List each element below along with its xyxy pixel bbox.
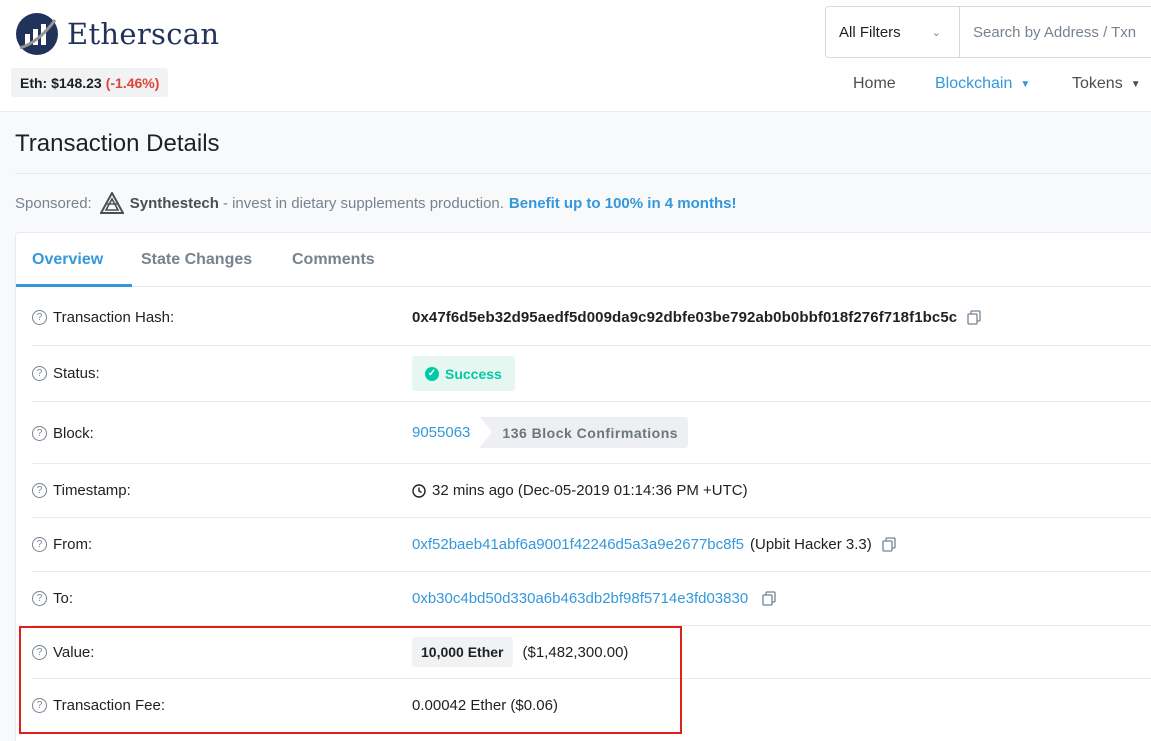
detail-label: ? Block: — [32, 425, 94, 442]
detail-row-from: ? From: 0xf52baeb41abf6a9001f42246d5a3a9… — [32, 518, 1151, 572]
tab-overview[interactable]: Overview — [32, 251, 103, 269]
to-address-link[interactable]: 0xb30c4bd50d330a6b463db2bf98f5714e3fd038… — [412, 590, 748, 607]
nav-blockchain-label: Blockchain — [935, 75, 1013, 92]
question-icon[interactable]: ? — [32, 537, 47, 552]
etherscan-logo[interactable]: Etherscan — [15, 12, 219, 56]
status-text: Success — [445, 365, 502, 382]
etherscan-logo-icon — [16, 13, 58, 55]
site-header: Etherscan Eth: $148.23 (-1.46%) All Filt… — [0, 0, 1151, 112]
transaction-hash: 0x47f6d5eb32d95aedf5d009da9c92dbfe03be79… — [412, 309, 958, 326]
search-input[interactable] — [960, 7, 1151, 57]
sponsored-banner: Sponsored: Synthestech - invest in dieta… — [15, 192, 736, 214]
check-circle-icon: ✓ — [425, 366, 439, 381]
detail-value: 0xb30c4bd50d330a6b463db2bf98f5714e3fd038… — [412, 590, 776, 607]
brand-name: Etherscan — [67, 17, 220, 51]
sponsor-text: - invest in dietary supplements producti… — [222, 194, 504, 212]
tab-bar: Overview State Changes Comments — [16, 233, 1151, 287]
tab-comments[interactable]: Comments — [292, 251, 375, 269]
detail-value: 0x47f6d5eb32d95aedf5d009da9c92dbfe03be79… — [412, 309, 981, 326]
detail-value: 0xf52baeb41abf6a9001f42246d5a3a9e2677bc8… — [412, 536, 896, 553]
detail-row-block: ? Block: 9055063 136 Block Confirmations — [32, 402, 1151, 464]
chevron-down-icon: ⌄ — [931, 26, 941, 39]
question-icon[interactable]: ? — [32, 310, 47, 325]
caret-down-icon: ▼ — [1020, 78, 1031, 90]
detail-label: ? Status: — [32, 365, 100, 382]
timestamp-value: 32 mins ago (Dec-05-2019 01:14:36 PM +UT… — [432, 482, 748, 499]
status-badge: ✓ Success — [412, 356, 515, 391]
block-number-link[interactable]: 9055063 — [412, 424, 470, 441]
highlight-box — [19, 626, 682, 734]
synthestech-logo-icon — [99, 192, 124, 214]
eth-price-badge: Eth: $148.23 (-1.46%) — [11, 68, 169, 97]
question-icon[interactable]: ? — [32, 426, 47, 441]
detail-value: ✓ Success — [412, 356, 515, 391]
detail-label: ? To: — [32, 590, 73, 607]
filter-label: All Filters — [839, 23, 901, 41]
sponsor-link[interactable]: Benefit up to 100% in 4 months! — [509, 195, 737, 212]
from-label: From: — [53, 536, 93, 553]
page-title: Transaction Details — [15, 130, 220, 157]
eth-price: Eth: $148.23 — [20, 74, 102, 91]
clock-icon — [412, 483, 426, 498]
status-label: Status: — [53, 365, 100, 382]
detail-label: ? Timestamp: — [32, 482, 131, 499]
sponsor-prefix: Sponsored: — [15, 194, 92, 212]
copy-icon[interactable] — [762, 591, 776, 606]
divider — [15, 173, 1151, 174]
sponsor-name[interactable]: Synthestech — [130, 195, 219, 212]
copy-icon[interactable] — [967, 310, 981, 325]
hash-label: Transaction Hash: — [53, 309, 175, 326]
timestamp-label: Timestamp: — [53, 482, 131, 499]
detail-row-status: ? Status: ✓ Success — [32, 346, 1151, 402]
detail-row-hash: ? Transaction Hash: 0x47f6d5eb32d95aedf5… — [32, 287, 1151, 346]
detail-row-timestamp: ? Timestamp: 32 mins ago (Dec-05-2019 01… — [32, 464, 1151, 518]
question-icon[interactable]: ? — [32, 483, 47, 498]
copy-icon[interactable] — [882, 537, 896, 552]
question-icon[interactable]: ? — [32, 591, 47, 606]
to-label: To: — [53, 590, 74, 607]
from-address-tag: (Upbit Hacker 3.3) — [750, 536, 872, 553]
detail-label: ? From: — [32, 536, 92, 553]
question-icon[interactable]: ? — [32, 366, 47, 381]
detail-value: 32 mins ago (Dec-05-2019 01:14:36 PM +UT… — [412, 482, 748, 499]
detail-row-to: ? To: 0xb30c4bd50d330a6b463db2bf98f5714e… — [32, 572, 1151, 626]
tab-state-changes[interactable]: State Changes — [141, 251, 252, 269]
from-address-link[interactable]: 0xf52baeb41abf6a9001f42246d5a3a9e2677bc8… — [412, 536, 744, 553]
nav-home-label: Home — [853, 75, 896, 92]
eth-price-change: (-1.46%) — [105, 74, 160, 91]
nav-tokens[interactable]: Tokens ▼ — [1072, 74, 1141, 94]
detail-value: 9055063 136 Block Confirmations — [412, 417, 689, 448]
filter-dropdown[interactable]: All Filters ⌄ — [826, 7, 960, 57]
nav-blockchain[interactable]: Blockchain ▼ — [935, 74, 1030, 94]
block-confirmations-badge: 136 Block Confirmations — [480, 417, 689, 448]
nav-home[interactable]: Home — [853, 74, 896, 94]
detail-label: ? Transaction Hash: — [32, 309, 174, 326]
search-bar: All Filters ⌄ — [825, 6, 1151, 58]
caret-down-icon: ▼ — [1130, 78, 1141, 90]
block-label: Block: — [53, 425, 94, 442]
nav-tokens-label: Tokens — [1072, 75, 1123, 92]
